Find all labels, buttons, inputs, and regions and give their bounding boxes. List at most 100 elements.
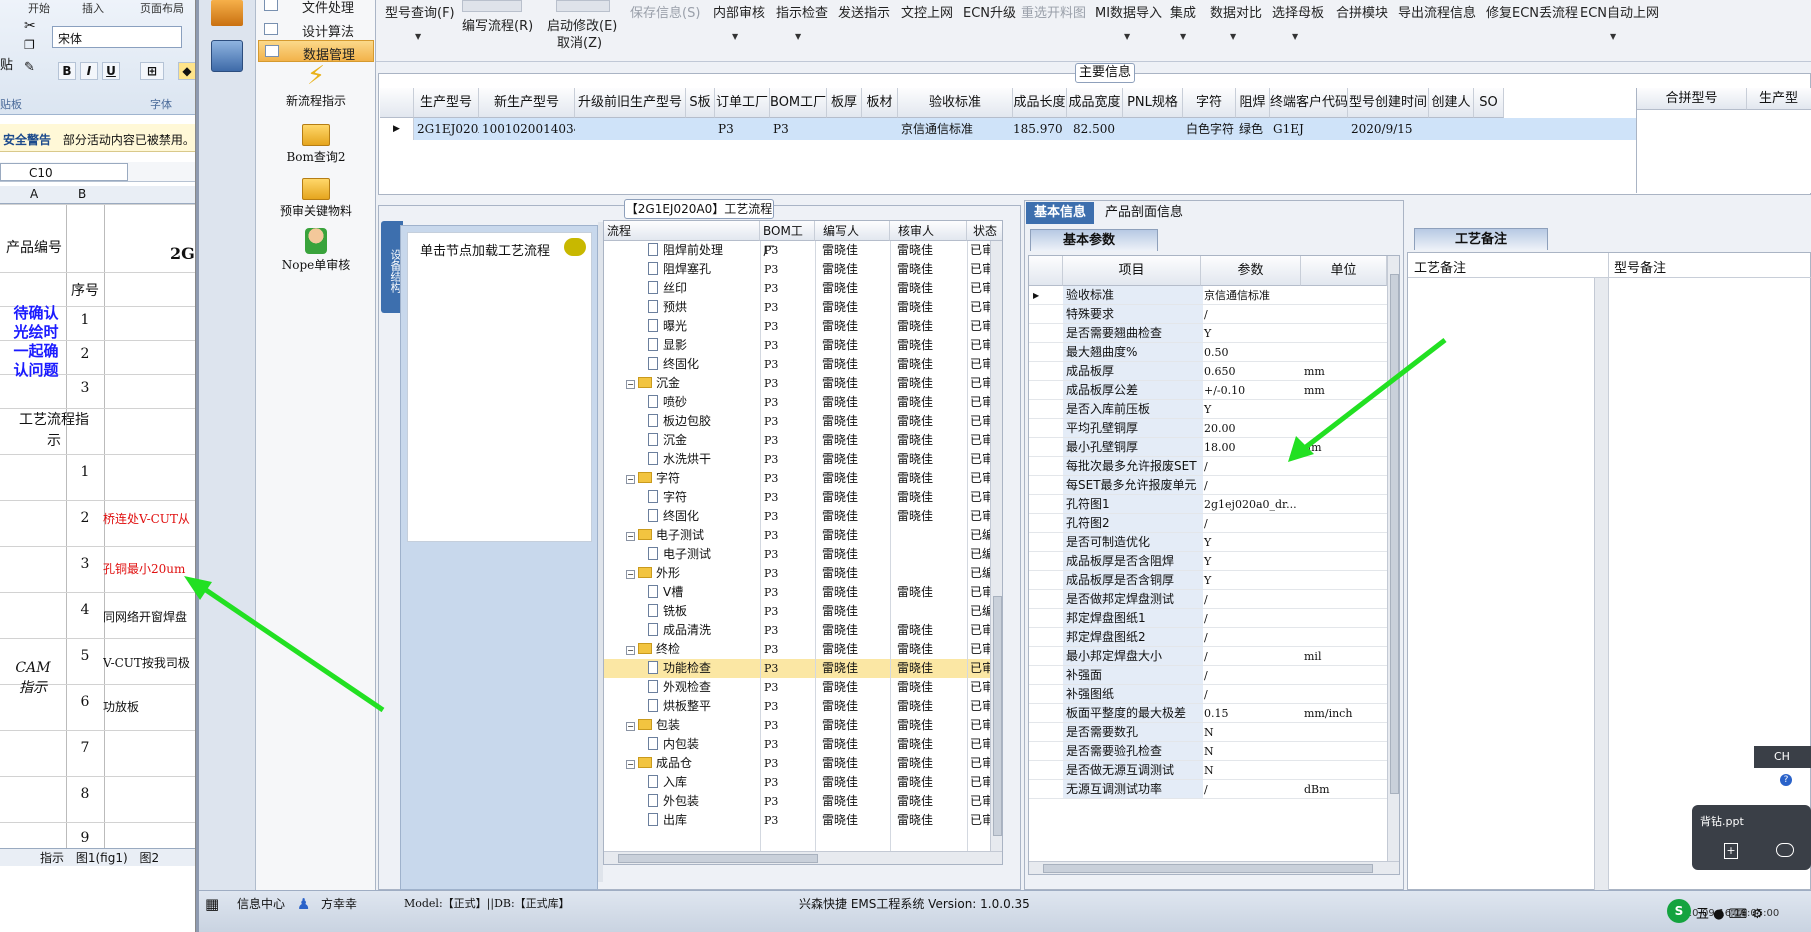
sogou-ime-icon[interactable]: S [1667,899,1691,923]
tree-node[interactable]: 电子测试 [648,545,711,564]
param-value[interactable]: Y [1201,533,1301,551]
tree-node[interactable]: 内包装 [648,735,699,754]
param-row[interactable]: 是否可制造优化 Y [1029,533,1399,552]
param-row[interactable]: 特殊要求 / [1029,305,1399,324]
param-value[interactable]: / [1201,457,1301,475]
col-header[interactable]: SO [1474,88,1504,118]
tree-row[interactable]: 终固化 P3 雷晓佳 雷晓佳 已审核 [604,355,1002,374]
tree-node[interactable]: − 成品仓 [626,754,692,773]
grid-cell[interactable]: 2020/9/15 [1348,118,1429,140]
tree-row[interactable]: 烘板整平 P3 雷晓佳 雷晓佳 已审核 [604,697,1002,716]
param-row[interactable]: 平均孔壁铜厚 20.00 [1029,419,1399,438]
tree-node[interactable]: 烘板整平 [648,697,711,716]
col-header[interactable]: 升级前旧生产型号 [575,88,686,118]
tree-node[interactable]: 外包装 [648,792,699,811]
tree-node[interactable]: 成品清洗 [648,621,711,640]
chevron-down-icon[interactable]: ▼ [1124,32,1130,41]
tb-model-query[interactable]: 型号查询(F) [385,2,455,21]
col-header[interactable]: S板 [686,88,715,118]
param-value[interactable]: 2g1ej020a0_dr... [1201,495,1301,513]
tree-node[interactable]: 沉金 [648,431,687,450]
collapse-icon[interactable]: − [626,760,635,769]
tb-select-motherboard[interactable]: 选择母板 [1272,2,1324,21]
excel-tab-layout[interactable]: 页面布局 [140,0,184,15]
scroll-thumb[interactable] [993,596,1002,836]
param-row[interactable]: 是否需要数孔 N [1029,723,1399,742]
tree-node[interactable]: 功能检查 [648,659,711,678]
border-button[interactable]: ⊞ [140,62,164,80]
nav-bom-query[interactable]: Bom查询2 [258,120,374,165]
sheet-tab[interactable]: 图1(fig1) [76,851,128,865]
tree-node[interactable]: − 包装 [626,716,680,735]
tree-row[interactable]: 曝光 P3 雷晓佳 雷晓佳 已审核 [604,317,1002,336]
tb-doc-control-online[interactable]: 文控上网 [901,2,953,21]
tree-row[interactable]: − 外形 P3 雷晓佳 已编写 [604,564,1002,583]
tb-fix-ecn[interactable]: 修复ECN丢流程 [1486,2,1578,21]
collapse-icon[interactable]: − [626,570,635,579]
grid-cell[interactable] [575,118,686,140]
grid-cell[interactable]: P3 [770,118,827,140]
col-flow[interactable]: 流程 [604,221,760,241]
tree-row[interactable]: 显影 P3 雷晓佳 雷晓佳 已审核 [604,336,1002,355]
param-value[interactable]: 18.00 [1201,438,1301,456]
tree-row[interactable]: 铣板 P3 雷晓佳 已编写 [604,602,1002,621]
tree-row[interactable]: 预烘 P3 雷晓佳 雷晓佳 已审核 [604,298,1002,317]
bold-button[interactable]: B [58,62,76,80]
subtab-basic-params[interactable]: 基本参数 [1030,229,1158,251]
tree-row[interactable]: − 终检 P3 雷晓佳 雷晓佳 已审核 [604,640,1002,659]
column-b[interactable]: B [78,187,86,201]
param-row[interactable]: ▶ 验收标准 京信通信标准 [1029,286,1399,305]
param-row[interactable]: 是否做无源互调测试 N [1029,761,1399,780]
tree-node[interactable]: 阻焊前处理 [648,241,723,260]
cloud-icon[interactable] [1776,843,1794,857]
tree-node[interactable]: 水洗烘干 [648,450,711,469]
param-value[interactable]: Y [1201,552,1301,570]
process-remark-input[interactable] [1410,281,1590,881]
tree-row[interactable]: V槽 P3 雷晓佳 雷晓佳 已审核 [604,583,1002,602]
grid-icon[interactable]: ▦ [205,891,219,917]
tree-row[interactable]: − 包装 P3 雷晓佳 雷晓佳 已审核 [604,716,1002,735]
grid-cell[interactable] [1474,118,1504,140]
italic-button[interactable]: I [80,62,98,80]
param-row[interactable]: 最小孔壁铜厚 18.00 μm [1029,438,1399,457]
collapse-icon[interactable]: − [626,380,635,389]
tree-row[interactable]: 外观检查 P3 雷晓佳 雷晓佳 已审核 [604,678,1002,697]
param-value[interactable]: / [1201,780,1301,798]
collapse-icon[interactable]: − [626,532,635,541]
grid-cell[interactable]: 京信通信标准 [898,118,1013,140]
col-header[interactable]: 订单工厂 [715,88,770,118]
tree-node[interactable]: − 终检 [626,640,680,659]
param-value[interactable]: / [1201,609,1301,627]
col-header[interactable]: PNL规格 [1123,88,1183,118]
param-value[interactable]: / [1201,628,1301,646]
param-row[interactable]: 每SET最多允许报废单元 / [1029,476,1399,495]
tb-send-instructions[interactable]: 发送指示 [838,2,890,21]
param-value[interactable]: Y [1201,324,1301,342]
paste-label[interactable]: 贴 [0,54,13,73]
name-box[interactable]: C10 [0,163,128,181]
format-painter-icon[interactable]: ✎ [24,60,35,75]
col-param[interactable]: 参数 [1201,256,1301,286]
param-row[interactable]: 成品板厚 0.650 mm [1029,362,1399,381]
tree-row[interactable]: 水洗烘干 P3 雷晓佳 雷晓佳 已审核 [604,450,1002,469]
tree-row[interactable]: 阻焊前处理 P3 雷晓佳 雷晓佳 已审核 [604,241,1002,260]
grid-cell[interactable] [1123,118,1183,140]
col-header[interactable]: 型号创建时间 [1348,88,1429,118]
fill-color-button[interactable]: ◆ [178,62,195,80]
scroll-thumb[interactable] [1390,274,1399,794]
param-row[interactable]: 是否入库前压板 Y [1029,400,1399,419]
copy-icon[interactable]: ❐ [24,38,35,52]
col-writer[interactable]: 编写人 [815,221,890,241]
tree-row[interactable]: − 成品仓 P3 雷晓佳 雷晓佳 已审核 [604,754,1002,773]
ime-indicator[interactable]: CH ? [1754,746,1811,786]
tree-node[interactable]: 入库 [648,773,687,792]
param-value[interactable]: / [1201,476,1301,494]
tree-node[interactable]: 外观检查 [648,678,711,697]
tree-vertical-scrollbar[interactable] [990,241,1002,851]
param-row[interactable]: 邦定焊盘图纸2/ [1029,628,1399,647]
param-value[interactable]: / [1201,666,1301,684]
param-row[interactable]: 邦定焊盘图纸1/ [1029,609,1399,628]
new-file-icon[interactable]: + [1724,843,1738,859]
tree-node[interactable]: 喷砂 [648,393,687,412]
chevron-down-icon[interactable]: ▼ [795,32,801,41]
